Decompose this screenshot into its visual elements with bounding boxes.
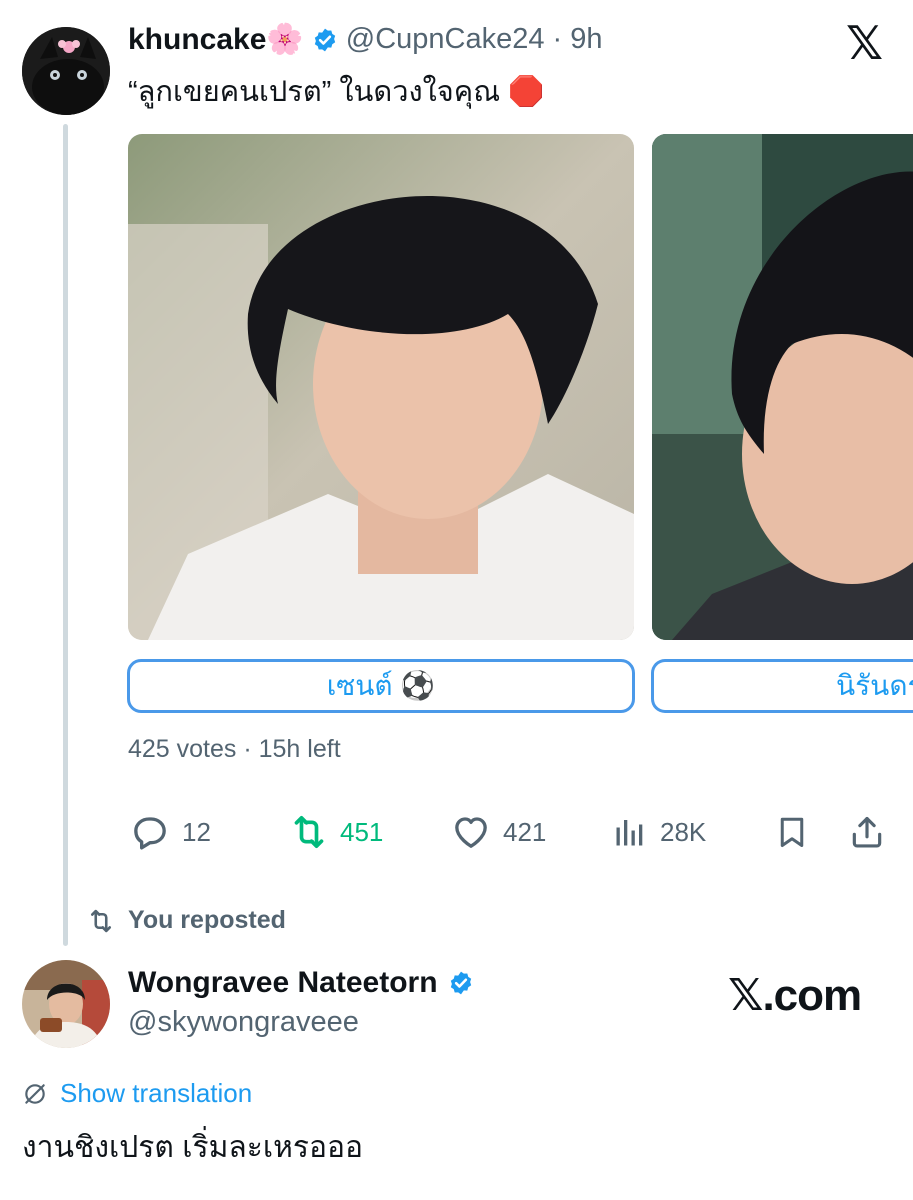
share-icon: [852, 816, 882, 848]
show-translation-link[interactable]: Show translation: [22, 1078, 252, 1109]
poll-option-2-button[interactable]: นิรันดร: [651, 659, 913, 713]
tweet-time[interactable]: · 9h: [553, 23, 603, 56]
heart-icon: [455, 817, 487, 848]
translate-globe-icon: [25, 1083, 45, 1104]
tweet-text: “ลูกเขยคนเปรต” ในดวงใจคุณ 🛑: [128, 76, 545, 108]
repost-notice-text: You reposted: [128, 906, 286, 934]
x-com-watermark: 𝕏.com: [728, 971, 862, 1020]
repost-count: 451: [340, 816, 384, 847]
poll-option-1-button[interactable]: เซนต์ ⚽️: [127, 659, 635, 713]
portrait-photo-2: [652, 134, 913, 640]
thread-connector-line: [63, 124, 68, 946]
like-button[interactable]: 421: [451, 812, 546, 852]
person-avatar-image: [22, 960, 110, 1048]
repost-author-handle[interactable]: @skywongraveee: [128, 1006, 359, 1039]
author-handle[interactable]: @CupnCake24: [346, 23, 545, 56]
verified-badge-icon: [450, 971, 471, 995]
cat-avatar-image: [22, 27, 110, 115]
author-avatar[interactable]: [22, 27, 110, 115]
views-button[interactable]: 28K: [612, 812, 706, 852]
poll-image-1[interactable]: [128, 134, 634, 640]
like-count: 421: [503, 816, 547, 847]
repost-notice-icon: [90, 909, 112, 932]
tweet-header: khuncake🌸 @CupnCake24 · 9h: [128, 22, 602, 57]
reply-count: 12: [182, 816, 211, 847]
bookmark-icon: [780, 817, 804, 847]
show-translation-label[interactable]: Show translation: [60, 1078, 252, 1109]
x-logo-icon[interactable]: 𝕏: [846, 20, 883, 66]
views-count: 28K: [660, 816, 707, 847]
views-icon: [616, 820, 643, 846]
bookmark-button[interactable]: [774, 812, 810, 852]
repost-notice: You reposted: [86, 906, 286, 935]
poll-image-2[interactable]: [652, 134, 913, 640]
reply-icon: [134, 817, 166, 850]
poll-meta: 425 votes · 15h left: [128, 735, 341, 763]
repost-author-name[interactable]: Wongravee Nateetorn: [128, 966, 438, 1000]
repost-author-avatar[interactable]: [22, 960, 110, 1048]
repost-tweet-text: งานชิงเปรต เริ่มละเหรอออ: [22, 1131, 364, 1164]
verified-badge-icon: [314, 28, 335, 51]
share-button[interactable]: [848, 812, 886, 852]
repost-author-header: Wongravee Nateetorn: [128, 966, 474, 1000]
portrait-photo-1: [128, 134, 634, 640]
repost-button[interactable]: 451: [288, 812, 383, 852]
repost-icon: [294, 816, 324, 848]
author-name[interactable]: khuncake🌸: [128, 22, 304, 57]
reply-button[interactable]: 12: [130, 812, 211, 852]
